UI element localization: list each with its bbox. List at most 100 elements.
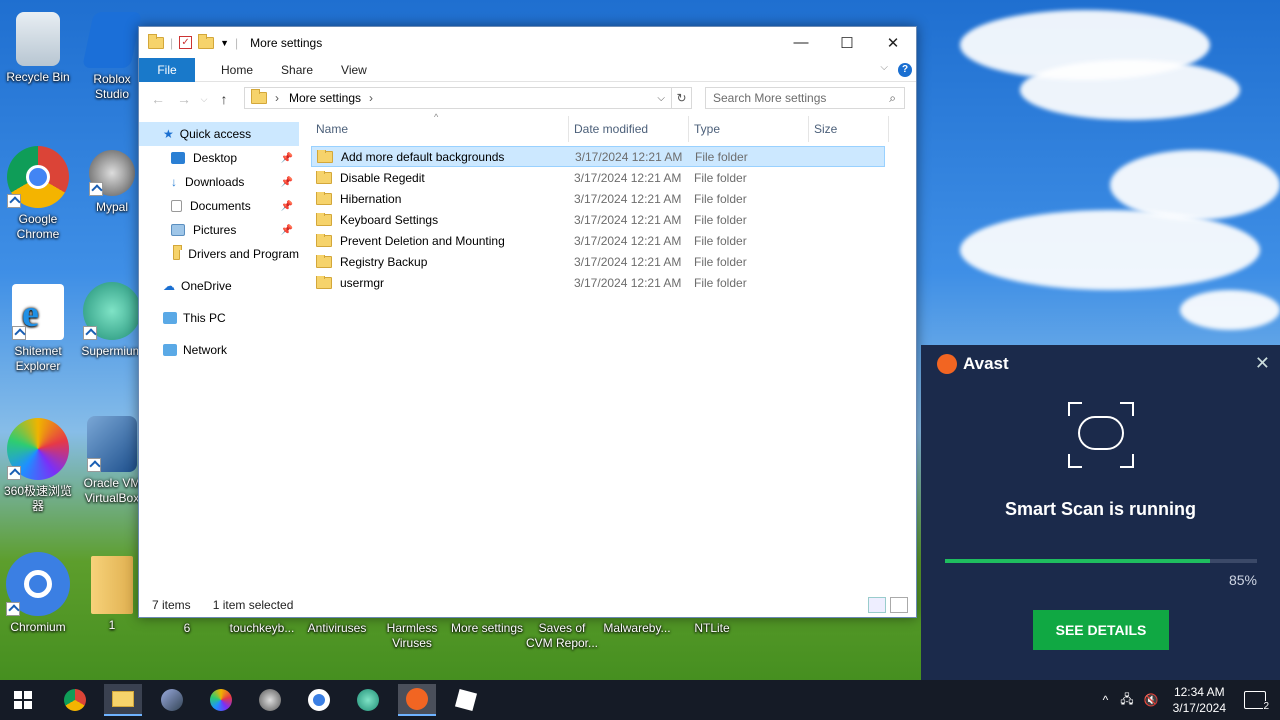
column-type[interactable]: Type [689,116,809,142]
nav-downloads[interactable]: ↓ Downloads 📌 [139,170,299,194]
desktop-icon-recycle-bin[interactable]: Recycle Bin [0,12,76,85]
show-hidden-icons-chevron-icon[interactable]: ^ [1103,693,1109,707]
roblox-studio-icon [82,12,142,68]
desktop-label-6[interactable]: 6 [149,621,225,636]
desktop-label-malwarebytes[interactable]: Malwareby... [599,621,675,636]
up-arrow-icon[interactable]: ↑ [211,91,237,107]
maximize-button[interactable]: ☐ [824,27,870,58]
desktop-icon-shitemet-explorer[interactable]: e Shitemet Explorer [0,284,76,374]
nav-drivers-and-programs[interactable]: Drivers and Program [139,242,299,266]
folder-icon [316,233,332,247]
taskbar-mypal[interactable] [251,684,289,716]
nav-label: Documents [190,199,251,213]
folder-icon [173,245,183,260]
refresh-icon[interactable]: ↻ [672,87,692,109]
mypal-raccoon-icon [259,689,281,711]
taskbar-avast[interactable] [398,684,436,716]
nav-documents[interactable]: Documents 📌 [139,194,299,218]
table-row[interactable]: Add more default backgrounds 3/17/2024 1… [311,146,885,167]
large-icons-view-icon[interactable] [890,597,908,613]
quick-access-dropdown-icon[interactable]: ▼ [220,38,229,48]
taskbar-360-browser[interactable] [202,684,240,716]
start-button[interactable] [4,684,42,716]
tab-home[interactable]: Home [207,58,267,82]
pin-icon[interactable]: 📌 [281,153,293,164]
avast-icon [406,688,428,710]
clock[interactable]: 12:34 AM 3/17/2024 [1173,684,1226,716]
desktop-label-touchkeyb[interactable]: touchkeyb... [224,621,300,636]
taskbar-roblox-studio[interactable] [447,684,485,716]
desktop-icon-label: Shitemet Explorer [14,344,62,373]
nav-this-pc[interactable]: This PC [139,306,299,330]
breadcrumb-more-settings[interactable]: More settings [289,91,361,105]
column-date-modified[interactable]: Date modified [569,116,689,142]
breadcrumb-chevron-icon[interactable]: › [275,91,279,105]
see-details-button[interactable]: SEE DETAILS [1033,610,1169,650]
table-row[interactable]: usermgr 3/17/2024 12:21 AM File folder [311,272,891,293]
volume-muted-icon[interactable]: 🔇 [1144,693,1159,707]
item-count: 7 items [152,598,191,612]
table-row[interactable]: Registry Backup 3/17/2024 12:21 AM File … [311,251,891,272]
minimize-button[interactable]: — [778,27,824,58]
file-explorer-window[interactable]: | ✓ ▼ | More settings — ☐ ✕ File Home Sh… [138,26,917,618]
desktop-icon-360-browser[interactable]: 360极速浏览器 [0,418,76,514]
desktop-label-harmless-viruses[interactable]: Harmless Viruses [374,621,450,651]
tab-share[interactable]: Share [267,58,327,82]
folder-icon [316,254,332,268]
desktop-label-antiviruses[interactable]: Antiviruses [299,621,375,636]
desktop-label-ntlite[interactable]: NTLite [674,621,750,636]
action-center-icon[interactable]: 2 [1244,691,1269,712]
taskbar-app[interactable] [153,684,191,716]
tab-view[interactable]: View [327,58,381,82]
table-row[interactable]: Hibernation 3/17/2024 12:21 AM File fold… [311,188,891,209]
taskbar-chromium[interactable] [300,684,338,716]
taskbar-file-explorer[interactable] [104,684,142,716]
address-dropdown-icon[interactable]: ⌵ [657,93,665,104]
search-input[interactable]: Search More settings ⌕ [705,87,905,109]
documents-icon [171,200,182,212]
address-bar[interactable]: › More settings › ⌵ [244,87,672,109]
pin-icon[interactable]: 📌 [281,225,293,236]
table-row[interactable]: Disable Regedit 3/17/2024 12:21 AM File … [311,167,891,188]
folder-icon [316,191,332,205]
scan-progress-bar [945,559,1257,563]
desktop-icon-google-chrome[interactable]: Google Chrome [0,146,76,242]
nav-onedrive[interactable]: ☁ OneDrive [139,274,299,298]
column-size[interactable]: Size [809,116,889,142]
details-view-icon[interactable] [868,597,886,613]
windows-logo-icon [14,691,32,709]
file-date: 3/17/2024 12:21 AM [575,149,683,164]
properties-check-icon[interactable]: ✓ [179,36,193,49]
close-icon[interactable]: ✕ [1255,353,1270,374]
help-icon[interactable]: ? [898,63,912,77]
desktop-icon-chromium[interactable]: Chromium [0,552,76,635]
tab-file[interactable]: File [139,57,195,82]
new-folder-icon[interactable] [198,33,215,49]
nav-label: Quick access [179,127,252,141]
column-name[interactable]: Name [311,116,569,142]
network-icon[interactable]: 🖧 [1120,690,1133,711]
nav-pictures[interactable]: Pictures 📌 [139,218,299,242]
nav-quick-access[interactable]: ★ Quick access [139,122,299,146]
expand-ribbon-icon[interactable]: ⌵ [880,62,888,73]
folder-icon [316,212,332,226]
table-row[interactable]: Keyboard Settings 3/17/2024 12:21 AM Fil… [311,209,891,230]
pin-icon[interactable]: 📌 [281,177,293,188]
app-icon [161,689,183,711]
desktop-label-more-settings[interactable]: More settings [449,621,525,636]
nav-desktop[interactable]: Desktop 📌 [139,146,299,170]
chromium-icon [6,552,70,616]
taskbar-supermium[interactable] [349,684,387,716]
desktop-label-saves-of-cvm[interactable]: Saves of CVM Repor... [524,621,600,651]
recent-locations-chevron-icon[interactable]: ⌵ [197,94,211,105]
taskbar-chrome[interactable] [56,684,94,716]
close-button[interactable]: ✕ [870,27,916,58]
nav-network[interactable]: Network [139,338,299,362]
separator: | [235,35,239,50]
back-arrow-icon[interactable]: ← [145,91,171,107]
pin-icon[interactable]: 📌 [281,201,293,212]
table-row[interactable]: Prevent Deletion and Mounting 3/17/2024 … [311,230,891,251]
title-bar[interactable]: | ✓ ▼ | More settings — ☐ ✕ [139,27,916,58]
forward-arrow-icon[interactable]: → [171,91,197,107]
breadcrumb-chevron-icon[interactable]: › [369,91,373,105]
